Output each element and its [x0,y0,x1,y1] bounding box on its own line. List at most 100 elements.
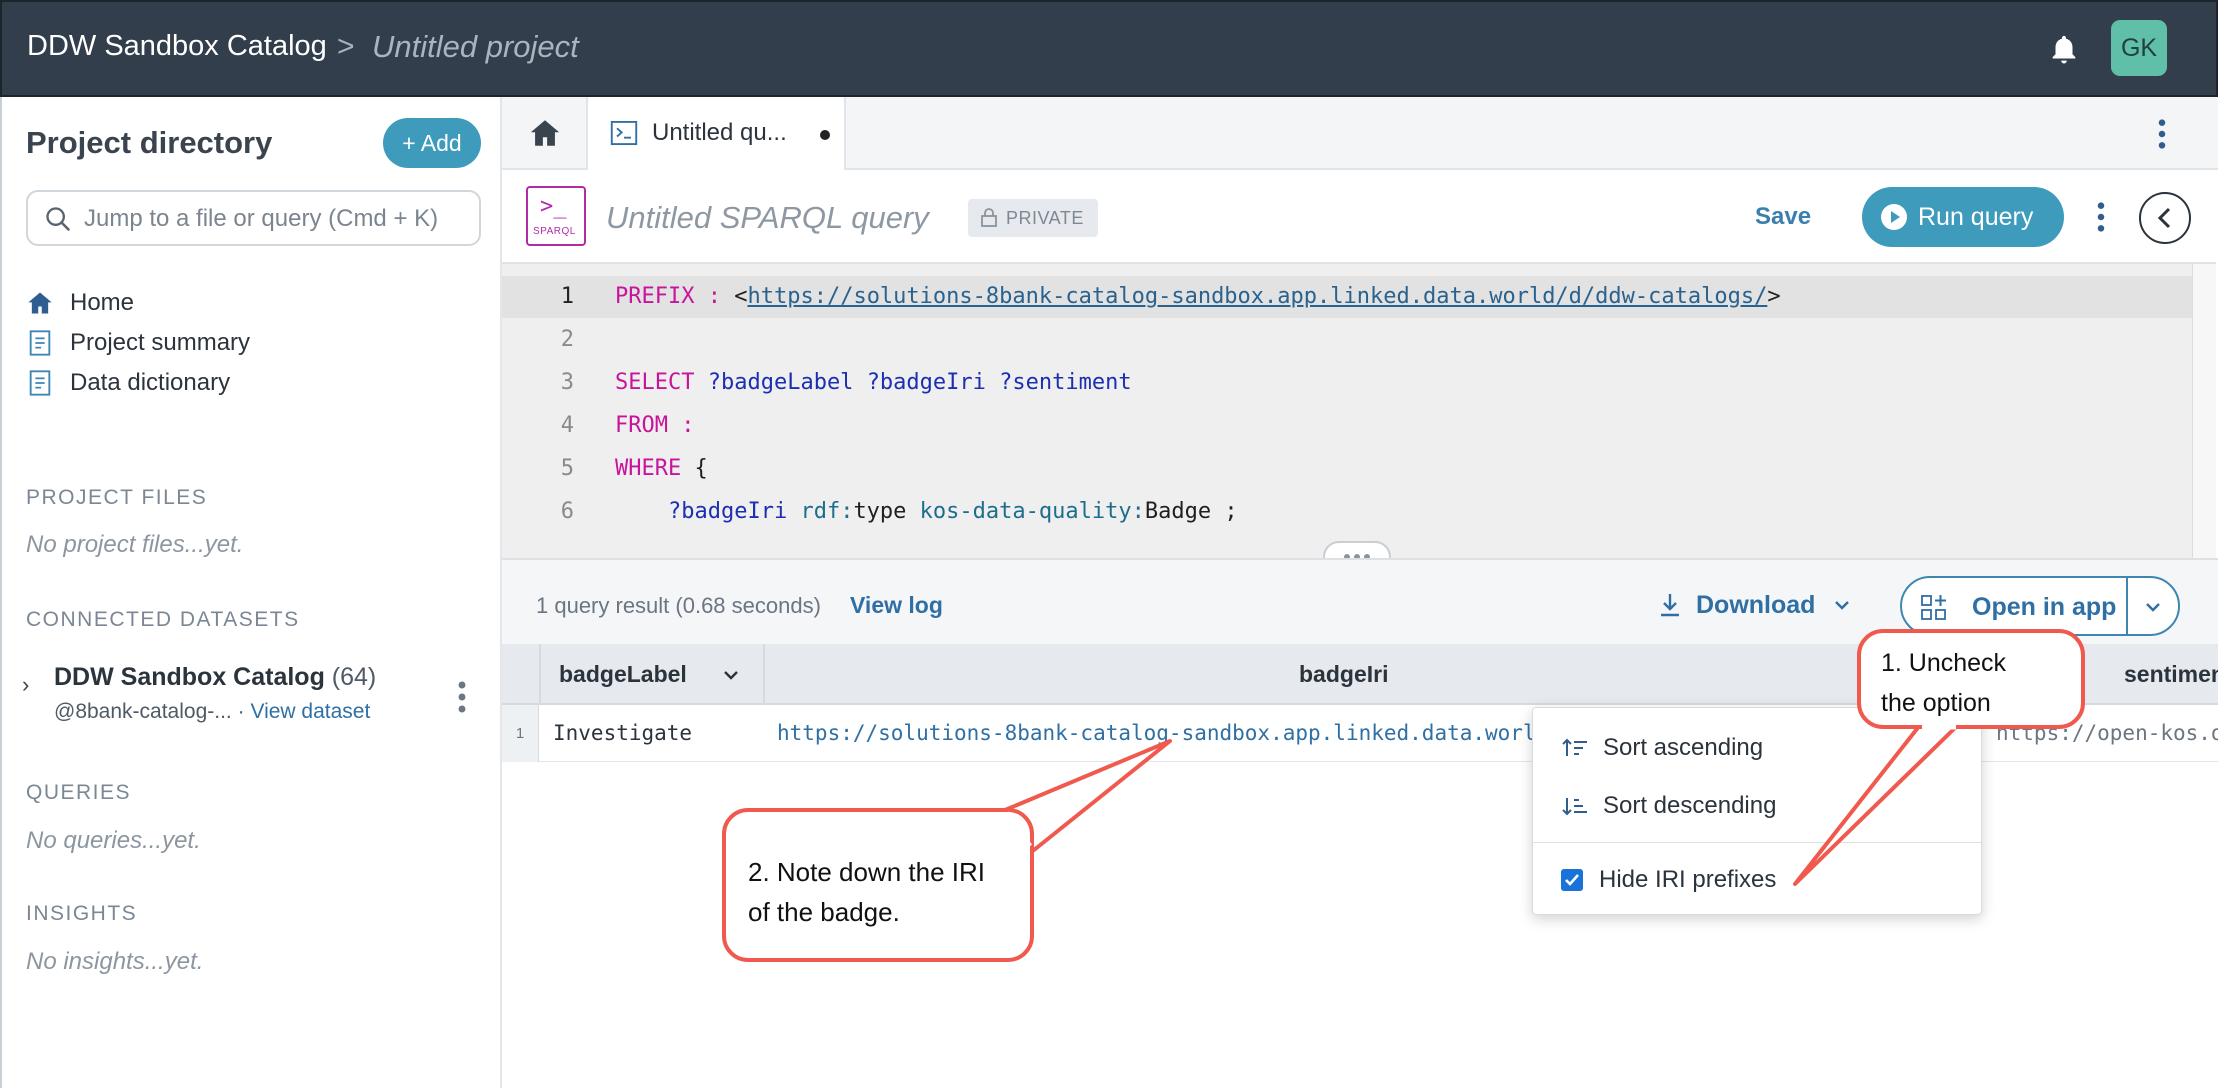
chevron-down-icon[interactable] [720,664,742,686]
tab-label: Untitled qu... [652,119,787,146]
code-line[interactable]: 6 ?badgeIri rdf:type kos-data-quality:Ba… [502,491,2192,533]
line-number: 3 [560,370,574,395]
breadcrumb-project[interactable]: Untitled project [372,29,579,65]
download-label: Download [1696,590,1816,619]
view-log-link[interactable]: View log [850,592,943,619]
code-text: PREFIX : <https://solutions-8bank-catalo… [615,276,1781,318]
kebab-menu-icon[interactable] [2093,200,2109,234]
code-token: WHERE [615,456,682,481]
code-line[interactable]: 5 WHERE { [502,448,2192,490]
code-line[interactable]: 4 FROM : [502,405,2192,447]
bell-icon[interactable] [2047,32,2081,68]
callout-step-1: 1. Uncheck the option [1857,629,2085,729]
row-number: 1 [502,705,539,762]
kebab-menu-icon[interactable] [454,679,470,715]
insights-heading: INSIGHTS [26,902,138,925]
code-line[interactable]: 2 [502,319,2192,361]
code-text: ?badgeIri rdf:type kos-data-quality:Badg… [615,491,1238,533]
hide-iri-prefixes-label: Hide IRI prefixes [1599,866,1777,893]
code-token: ?badgeIri [866,370,986,395]
chevron-down-icon[interactable] [2142,596,2164,618]
home-icon [28,292,52,314]
sparql-icon-label: SPARQL [533,226,576,237]
dataset-meta: @8bank-catalog-... · View dataset [54,700,370,724]
avatar[interactable]: GK [2111,20,2167,76]
code-token: FROM [615,413,668,438]
code-token: type [853,499,920,524]
column-header-badgeiri[interactable]: badgeIri [1299,644,1388,705]
menu-divider [1533,842,1981,843]
connected-datasets-heading: CONNECTED DATASETS [26,608,300,631]
code-text: WHERE { [615,448,708,490]
code-text: SELECT ?badgeLabel ?badgeIri ?sentiment [615,362,1132,404]
code-token: SELECT [615,370,695,395]
line-number: 2 [560,327,574,352]
tab-home[interactable] [502,97,588,170]
checkmark-icon [1565,874,1579,886]
dataset-meta-dot: · [237,700,245,723]
sort-descending-icon [1562,798,1587,816]
visibility-label: PRIVATE [1006,208,1084,228]
kebab-menu-icon[interactable] [2154,117,2170,151]
breadcrumb-separator: > [337,30,355,63]
unsaved-dot-icon [820,130,830,140]
download-button[interactable]: Download [1658,590,1867,620]
line-number: 6 [560,499,574,524]
project-files-empty: No project files...yet. [26,531,244,558]
dataset-name[interactable]: DDW Sandbox Catalog (64) [54,663,376,692]
code-token: https://solutions-8bank-catalog-sandbox.… [747,284,1768,309]
play-icon [1881,204,1907,230]
home-icon [530,120,560,146]
code-line[interactable]: 1 PREFIX : <https://solutions-8bank-catal… [502,276,2192,318]
breadcrumb-catalog[interactable]: DDW Sandbox Catalog [27,30,327,63]
chevron-right-icon[interactable]: › [22,672,29,698]
run-query-label: Run query [1918,203,2034,231]
code-token: ?sentiment [999,370,1132,395]
column-header-badgelabel[interactable]: badgeLabel [559,644,687,705]
project-directory-title: Project directory [26,125,273,160]
open-in-app-button[interactable]: Open in app [1900,576,2180,636]
sort-ascending-label: Sort ascending [1603,734,1764,761]
split-divider [2126,578,2128,634]
code-token: ?badgeLabel [707,370,854,395]
project-files-heading: PROJECT FILES [26,486,208,509]
code-token: : [681,413,695,438]
dataset-count: (64) [331,663,377,691]
sidebar-item-home[interactable]: Home [26,283,134,323]
private-badge[interactable]: PRIVATE [968,199,1098,237]
tab-untitled-query[interactable]: Untitled qu... [588,97,846,172]
sort-descending-label: Sort descending [1603,792,1777,819]
download-icon [1661,594,1679,617]
search-input[interactable] [84,202,469,236]
editor-scrollbar[interactable] [2192,264,2216,560]
save-button[interactable]: Save [1755,203,1811,231]
lock-icon [981,208,997,227]
callout-step-2-line-1: 2. Note down the IRI [748,857,986,887]
column-header-sentiment[interactable]: sentimen [2124,644,2218,705]
query-title[interactable]: Untitled SPARQL query [606,200,929,236]
sidebar-item-data-dictionary[interactable]: Data dictionary [26,363,230,403]
hide-iri-prefixes-item[interactable]: Hide IRI prefixes [1533,852,1981,908]
sparql-editor[interactable]: 1 PREFIX : <https://solutions-8bank-catal… [502,262,2216,560]
sidebar-item-label: Project summary [70,329,251,356]
chevron-left-icon [2157,207,2171,229]
add-button[interactable]: + Add [383,118,481,168]
queries-heading: QUERIES [26,781,132,804]
run-query-button[interactable]: Run query [1862,187,2064,247]
project-sidebar: Project directory + Add Home Project sum… [0,97,502,1088]
cell-badgelabel[interactable]: Investigate [553,705,753,762]
sidebar-item-label: Home [70,289,135,316]
collapse-panel-button[interactable] [2139,192,2191,244]
view-dataset-link[interactable]: View dataset [250,700,370,723]
hide-iri-prefixes-checkbox[interactable] [1561,869,1583,891]
column-options-menu: Sort ascending Sort descending Hide IRI … [1532,707,1982,915]
sparql-icon-prompt: >_ [540,194,567,219]
query-header: >_ SPARQL Untitled SPARQL query PRIVATE … [502,170,2218,262]
sidebar-item-project-summary[interactable]: Project summary [26,323,250,363]
code-line[interactable]: 3 SELECT ?badgeLabel ?badgeIri ?sentiment [502,362,2192,404]
sort-descending-item[interactable]: Sort descending [1533,778,1981,834]
jump-search-box[interactable] [26,190,481,246]
